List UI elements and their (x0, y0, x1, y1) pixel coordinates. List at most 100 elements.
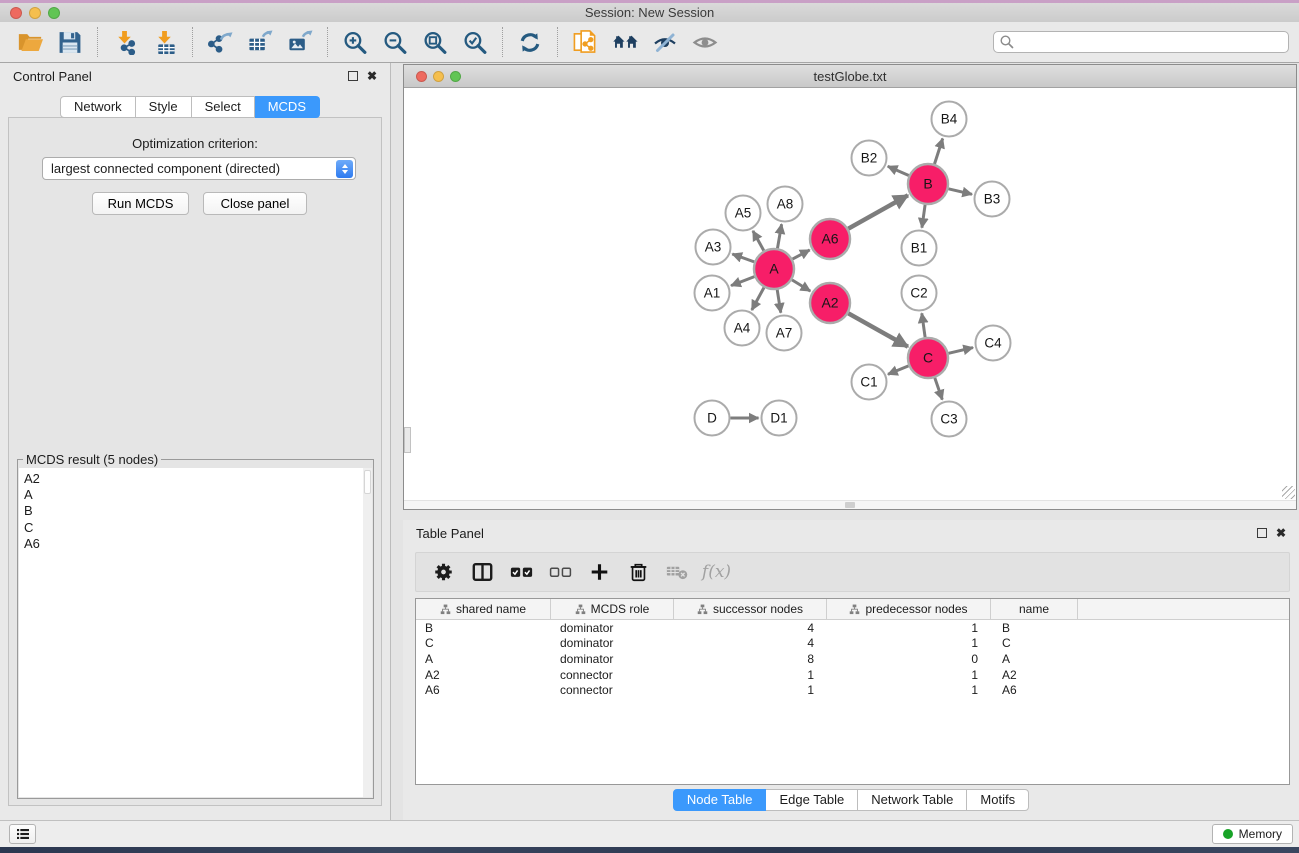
table-row[interactable]: Cdominator41C (416, 636, 1289, 652)
graph-node-A[interactable]: A (754, 249, 794, 289)
graph-edge-C-C4[interactable] (949, 348, 974, 354)
graph-node-B3[interactable]: B3 (975, 182, 1010, 217)
graph-edge-A-A4[interactable] (752, 288, 764, 311)
graph-node-A8[interactable]: A8 (768, 187, 803, 222)
houses-button[interactable] (605, 24, 645, 60)
graph-node-A7[interactable]: A7 (767, 316, 802, 351)
graph-edge-A2-C[interactable] (848, 313, 908, 346)
zoom-window-button[interactable] (48, 7, 60, 19)
tab-mcds[interactable]: MCDS (255, 96, 320, 118)
graph-edge-A-A6[interactable] (793, 250, 810, 259)
minimize-window-button[interactable] (29, 7, 41, 19)
graph-node-B4[interactable]: B4 (932, 102, 967, 137)
graph-node-A2[interactable]: A2 (810, 283, 850, 323)
graph-node-C1[interactable]: C1 (852, 365, 887, 400)
zoom-view-button[interactable] (450, 71, 461, 82)
mcds-result-item[interactable]: A (24, 487, 372, 503)
import-table-button[interactable] (145, 24, 185, 60)
mcds-result-item[interactable]: C (24, 520, 372, 536)
hide-flagged-button[interactable] (645, 24, 685, 60)
export-table-button[interactable] (240, 24, 280, 60)
graph-edge-B-B1[interactable] (922, 205, 925, 228)
graph-node-C2[interactable]: C2 (902, 276, 937, 311)
close-panel-button[interactable]: Close panel (203, 192, 307, 215)
graph-node-A4[interactable]: A4 (725, 311, 760, 346)
table-row[interactable]: A2connector11A2 (416, 667, 1289, 683)
minimize-view-button[interactable] (433, 71, 444, 82)
graph-edge-C-C2[interactable] (922, 313, 925, 337)
resize-grip-icon[interactable] (1282, 486, 1295, 499)
graph-edge-A-A3[interactable] (732, 254, 754, 262)
export-image-button[interactable] (280, 24, 320, 60)
column-header-shared-name[interactable]: shared name (416, 599, 551, 619)
search-input[interactable] (993, 31, 1289, 53)
network-from-selection-button[interactable] (565, 24, 605, 60)
hide-columns-button[interactable] (541, 556, 580, 589)
column-header-predecessor-nodes[interactable]: predecessor nodes (827, 599, 991, 619)
tab-select[interactable]: Select (192, 96, 255, 118)
zoom-in-button[interactable] (335, 24, 375, 60)
run-mcds-button[interactable]: Run MCDS (92, 192, 189, 215)
graph-edge-A6-B[interactable] (848, 195, 908, 228)
table-options-button[interactable] (424, 556, 463, 589)
graph-edge-A-A2[interactable] (792, 280, 810, 291)
graph-node-B1[interactable]: B1 (902, 231, 937, 266)
graph-edge-B-B3[interactable] (948, 189, 972, 195)
mcds-result-item[interactable]: A6 (24, 536, 372, 552)
close-table-panel-icon[interactable]: ✖ (1276, 528, 1286, 538)
import-network-button[interactable] (105, 24, 145, 60)
graph-node-A6[interactable]: A6 (810, 219, 850, 259)
vertical-scroll-thumb[interactable] (404, 427, 411, 453)
graph-node-C3[interactable]: C3 (932, 402, 967, 437)
graph-node-B2[interactable]: B2 (852, 141, 887, 176)
mcds-result-item[interactable]: A2 (24, 471, 372, 487)
graph-edge-B-B4[interactable] (935, 139, 943, 165)
network-canvas[interactable]: AA1A2A3A4A5A6A7A8BB1B2B3B4CC1C2C3C4DD1 (404, 89, 1296, 509)
float-panel-icon[interactable] (348, 71, 358, 81)
export-network-button[interactable] (200, 24, 240, 60)
column-header-successor-nodes[interactable]: successor nodes (674, 599, 827, 619)
graph-edge-A-A1[interactable] (731, 277, 754, 286)
horizontal-scrollbar[interactable] (404, 500, 1296, 509)
save-session-button[interactable] (50, 24, 90, 60)
close-window-button[interactable] (10, 7, 22, 19)
graph-node-C[interactable]: C (908, 338, 948, 378)
column-header-name[interactable]: name (991, 599, 1078, 619)
table-tab-node-table[interactable]: Node Table (673, 789, 767, 811)
column-layout-button[interactable] (463, 556, 502, 589)
graph-edge-B-B2[interactable] (888, 166, 909, 175)
network-graph[interactable]: AA1A2A3A4A5A6A7A8BB1B2B3B4CC1C2C3C4DD1 (404, 89, 1296, 501)
tab-network[interactable]: Network (60, 96, 136, 118)
close-view-button[interactable] (416, 71, 427, 82)
task-history-button[interactable] (9, 824, 36, 844)
column-header-mcds-role[interactable]: MCDS role (551, 599, 674, 619)
graph-node-A5[interactable]: A5 (726, 196, 761, 231)
graph-node-A1[interactable]: A1 (695, 276, 730, 311)
delete-columns-button[interactable] (619, 556, 658, 589)
graph-edge-A-A7[interactable] (777, 290, 781, 313)
memory-button[interactable]: Memory (1212, 824, 1293, 844)
table-tab-network-table[interactable]: Network Table (858, 789, 967, 811)
open-session-button[interactable] (10, 24, 50, 60)
graph-edge-C-C3[interactable] (935, 378, 943, 400)
create-column-button[interactable] (580, 556, 619, 589)
table-tab-motifs[interactable]: Motifs (967, 789, 1029, 811)
zoom-fit-button[interactable] (415, 24, 455, 60)
table-row[interactable]: Adominator80A (416, 651, 1289, 667)
graph-node-D[interactable]: D (695, 401, 730, 436)
close-panel-icon[interactable]: ✖ (367, 71, 377, 81)
float-table-panel-icon[interactable] (1257, 528, 1267, 538)
mcds-result-item[interactable]: B (24, 503, 372, 519)
graph-node-C4[interactable]: C4 (976, 326, 1011, 361)
graph-edge-A-A5[interactable] (753, 231, 764, 251)
table-row[interactable]: Bdominator41B (416, 620, 1289, 636)
table-tab-edge-table[interactable]: Edge Table (766, 789, 858, 811)
zoom-out-button[interactable] (375, 24, 415, 60)
show-columns-button[interactable] (502, 556, 541, 589)
show-all-button[interactable] (685, 24, 725, 60)
refresh-button[interactable] (510, 24, 550, 60)
mcds-result-scrollbar[interactable] (363, 468, 372, 797)
graph-edge-C-C1[interactable] (888, 366, 909, 374)
graph-node-B[interactable]: B (908, 164, 948, 204)
graph-node-A3[interactable]: A3 (696, 230, 731, 265)
